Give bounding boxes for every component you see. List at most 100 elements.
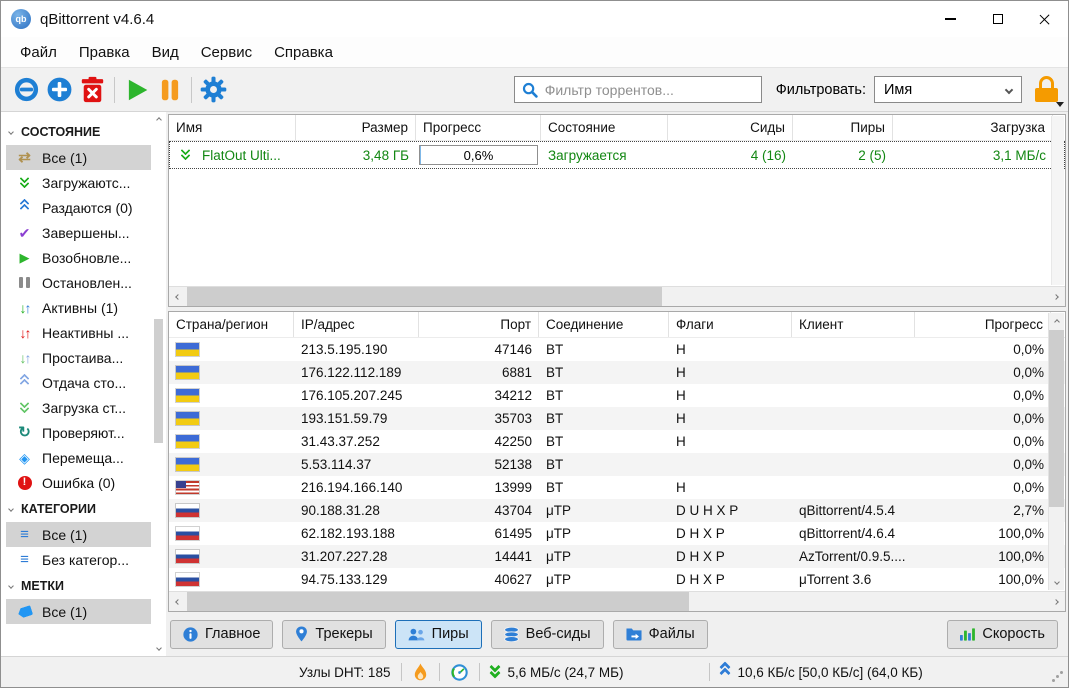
peers-column-header[interactable]: IP/адрес [294,312,419,337]
peer-flags-cell: D H X P [676,572,725,587]
peers-column-header[interactable]: Флаги [669,312,792,337]
tab-trackers[interactable]: Трекеры [282,619,386,649]
torrent-column-header[interactable]: Размер [296,115,416,140]
scroll-down-icon[interactable] [155,645,162,651]
peers-column-header[interactable]: Порт [419,312,539,337]
close-button[interactable] [1021,1,1068,37]
scroll-up-icon[interactable] [1053,313,1060,330]
peers-column-header[interactable]: Прогресс [915,312,1051,337]
torrent-progress-cell: 0,6% [416,141,541,169]
delete-trash-icon [81,76,104,103]
menu-tools[interactable]: Сервис [190,40,263,65]
torrent-column-header[interactable]: Загрузка [893,115,1053,140]
peer-port-cell: 47146 [494,342,532,357]
sidebar-item-tag-all[interactable]: Все (1) [6,599,151,624]
peers-column-header[interactable]: Соединение [539,312,669,337]
sidebar-scrollbar[interactable] [152,115,165,653]
torrent-filter-input[interactable]: Фильтр торрентов... [513,76,762,103]
sidebar-section-КАТЕГОРИИ[interactable]: КАТЕГОРИИ [1,495,166,522]
menu-file[interactable]: Файл [9,40,68,65]
scroll-down-icon[interactable] [1053,573,1060,590]
sidebar-item-seeding[interactable]: Раздаются (0) [6,195,151,220]
sidebar-item-downloading[interactable]: Загружаютс... [6,170,151,195]
sidebar-item-moving[interactable]: ◈ Перемеща... [6,445,151,470]
torrent-column-header[interactable]: Сиды [668,115,793,140]
sidebar-item-cat-uncategorized[interactable]: ≡ Без категор... [6,547,151,572]
peer-row[interactable]: 213.5.195.190 47146 BT H 0,0% [169,338,1065,361]
scrollbar-thumb[interactable] [187,287,662,306]
sidebar-item-stalled-uploading[interactable]: Отдача сто... [6,370,151,395]
bar-chart-icon [960,627,976,641]
torrent-column-header[interactable]: Прогресс [416,115,541,140]
peer-row[interactable]: 216.194.166.140 13999 BT H 0,0% [169,476,1065,499]
scroll-left-icon[interactable] [169,592,187,611]
torrent-column-header[interactable]: Имя [169,115,296,140]
minimize-button[interactable] [927,1,974,37]
peer-row[interactable]: 31.207.227.28 14441 μTP D H X P AzTorrent/0.… [169,545,1065,568]
add-torrent-file-button[interactable] [43,73,76,106]
tab-general[interactable]: Главное [170,619,274,649]
add-torrent-link-button[interactable] [10,73,43,106]
resume-button[interactable] [120,73,153,106]
sidebar-item-active[interactable]: ↓↑ Активны (1) [6,295,151,320]
delete-torrent-button[interactable] [76,73,109,106]
peer-row[interactable]: 5.53.114.37 52138 BT 0,0% [169,453,1065,476]
peers-vertical-scrollbar[interactable] [1048,313,1064,590]
alt-speed-toggle[interactable] [451,663,469,681]
global-lock-button[interactable] [1034,75,1064,107]
scroll-right-icon[interactable] [1047,592,1065,611]
tab-webseeds[interactable]: Веб-сиды [490,619,604,649]
peer-progress-cell: 0,0% [1013,434,1044,449]
sidebar-item-inactive[interactable]: ↓↑ Неактивны ... [6,320,151,345]
peer-client-cell: qBittorrent/4.6.4 [799,526,896,541]
filter-field-dropdown[interactable]: Имя [874,76,1022,103]
torrent-vertical-scrollbar[interactable] [1051,116,1064,285]
tab-peers[interactable]: Пиры [394,619,482,649]
peers-column-header[interactable]: Страна/регион [169,312,294,337]
torrent-column-header[interactable]: Состояние [541,115,668,140]
download-speed-status: 5,6 МБ/с (24,7 МБ) [489,661,623,680]
sidebar-item-stalled-downloading[interactable]: Загрузка ст... [6,395,151,420]
peer-row[interactable]: 193.151.59.79 35703 BT H 0,0% [169,407,1065,430]
speed-button[interactable]: Скорость [947,619,1058,649]
sidebar-item-checking[interactable]: ↻ Проверяют... [6,420,151,445]
peer-row[interactable]: 176.122.112.189 6881 BT H 0,0% [169,361,1065,384]
scroll-right-icon[interactable] [1047,287,1065,306]
torrent-column-header[interactable]: Пиры [793,115,893,140]
peer-row[interactable]: 176.105.207.245 34212 BT H 0,0% [169,384,1065,407]
options-button[interactable] [197,73,230,106]
peers-horizontal-scrollbar[interactable] [169,591,1065,611]
torrent-horizontal-scrollbar[interactable] [169,286,1065,306]
pause-button[interactable] [153,73,186,106]
resize-grip[interactable] [1052,679,1055,682]
peer-row[interactable]: 90.188.31.28 43704 μTP D U H X P qBittorrent… [169,499,1065,522]
torrent-row[interactable]: FlatOut Ulti... 3,48 ГБ 0,6% Загружается 4 (… [169,141,1065,169]
scrollbar-thumb[interactable] [154,319,163,444]
refresh-teal-icon: ↻ [18,424,31,441]
maximize-button[interactable] [974,1,1021,37]
sidebar-item-all[interactable]: ⇄ Все (1) [6,145,151,170]
sidebar-item-stalled[interactable]: ↓↑ Простаива... [6,345,151,370]
sidebar-item-stopped[interactable]: Остановлен... [6,270,151,295]
tab-files[interactable]: Файлы [612,619,708,649]
peers-column-header[interactable]: Клиент [792,312,915,337]
sidebar-item-completed[interactable]: ✔ Завершены... [6,220,151,245]
sidebar-item-cat-all[interactable]: ≡ Все (1) [6,522,151,547]
menu-view[interactable]: Вид [141,40,190,65]
menu-edit[interactable]: Правка [68,40,141,65]
peer-row[interactable]: 62.182.193.188 61495 μTP D H X P qBittorrent… [169,522,1065,545]
sidebar-item-resumed[interactable]: ▶ Возобновле... [6,245,151,270]
scroll-left-icon[interactable] [169,287,187,306]
scrollbar-thumb[interactable] [187,592,689,611]
sidebar-section-СОСТОЯНИЕ[interactable]: СОСТОЯНИЕ [1,118,166,145]
scrollbar-thumb[interactable] [1049,330,1064,508]
sidebar-item-errored[interactable]: ! Ошибка (0) [6,470,151,495]
peer-port-cell: 52138 [494,457,532,472]
peer-row[interactable]: 31.43.37.252 42250 BT H 0,0% [169,430,1065,453]
speed-limit-toggle[interactable] [413,663,428,682]
peer-row[interactable]: 94.75.133.129 40627 μTP D H X P μTorrent 3.6… [169,568,1065,591]
sidebar-section-МЕТКИ[interactable]: МЕТКИ [1,572,166,599]
menu-help[interactable]: Справка [263,40,344,65]
scroll-up-icon[interactable] [155,117,162,123]
arrows-down-up-light-icon: ↓↑ [19,349,32,366]
